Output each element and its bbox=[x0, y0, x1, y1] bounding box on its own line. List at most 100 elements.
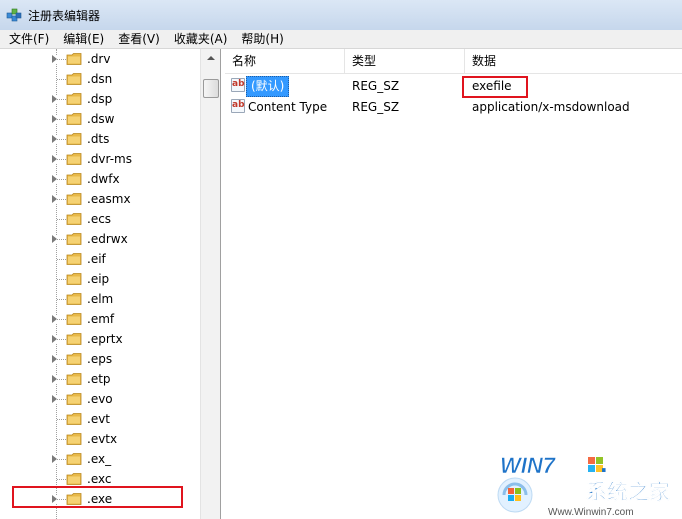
tree-item[interactable]: .ecs bbox=[0, 209, 200, 229]
expand-arrow-icon[interactable] bbox=[52, 375, 57, 383]
tree-item-label: .eip bbox=[87, 272, 110, 286]
tree-item-label: .dwfx bbox=[87, 172, 120, 186]
expand-arrow-icon[interactable] bbox=[52, 335, 57, 343]
tree-connector-line bbox=[57, 339, 66, 340]
menu-help[interactable]: 帮助(H) bbox=[234, 30, 290, 48]
tree-item-label: .drv bbox=[87, 52, 111, 66]
value-type: REG_SZ bbox=[352, 100, 400, 114]
expand-arrow-icon[interactable] bbox=[52, 95, 57, 103]
folder-icon bbox=[66, 232, 83, 246]
folder-icon bbox=[66, 72, 83, 86]
menu-edit[interactable]: 编辑(E) bbox=[56, 30, 111, 48]
tree-item[interactable]: .edrwx bbox=[0, 229, 200, 249]
tree-item-label: .eps bbox=[87, 352, 113, 366]
folder-icon bbox=[66, 132, 83, 146]
tree-item[interactable]: .dts bbox=[0, 129, 200, 149]
expand-arrow-icon[interactable] bbox=[52, 135, 57, 143]
expand-arrow-icon[interactable] bbox=[52, 355, 57, 363]
tree-item[interactable]: .dsn bbox=[0, 69, 200, 89]
tree-item[interactable]: .dsw bbox=[0, 109, 200, 129]
column-type[interactable]: 类型 bbox=[345, 49, 465, 73]
value-data: application/x-msdownload bbox=[472, 100, 630, 114]
tree-item[interactable]: .eprtx bbox=[0, 329, 200, 349]
tree-item-label: .dsw bbox=[87, 112, 115, 126]
folder-icon bbox=[66, 112, 83, 126]
tree-connector-line bbox=[57, 239, 66, 240]
value-name: Content Type bbox=[248, 100, 328, 114]
tree-connector-line bbox=[57, 139, 66, 140]
tree-item[interactable]: .ex_ bbox=[0, 449, 200, 469]
menu-view[interactable]: 查看(V) bbox=[111, 30, 167, 48]
menu-favorites[interactable]: 收藏夹(A) bbox=[167, 30, 235, 48]
tree-item[interactable]: .drv bbox=[0, 49, 200, 69]
tree-scrollbar[interactable] bbox=[200, 49, 220, 519]
values-pane[interactable]: 名称 类型 数据 ab (默认) REG_SZ exefile ab Conte… bbox=[225, 49, 682, 519]
tree-item[interactable]: .evtx bbox=[0, 429, 200, 449]
title-bar: 注册表编辑器 bbox=[0, 0, 682, 31]
folder-icon bbox=[66, 412, 83, 426]
tree-item[interactable]: .easmx bbox=[0, 189, 200, 209]
tree-item-label: .ex_ bbox=[87, 452, 112, 466]
expand-arrow-icon[interactable] bbox=[52, 115, 57, 123]
folder-icon bbox=[66, 432, 83, 446]
folder-icon bbox=[66, 472, 83, 486]
folder-icon bbox=[66, 272, 83, 286]
folder-icon bbox=[66, 292, 83, 306]
tree-item[interactable]: .eif bbox=[0, 249, 200, 269]
tree-item[interactable]: .eip bbox=[0, 269, 200, 289]
tree-connector-line bbox=[57, 59, 66, 60]
tree-connector-line bbox=[57, 359, 66, 360]
folder-icon bbox=[66, 332, 83, 346]
expand-arrow-icon[interactable] bbox=[52, 235, 57, 243]
expand-arrow-icon[interactable] bbox=[52, 155, 57, 163]
tree-item[interactable]: .elm bbox=[0, 289, 200, 309]
string-value-icon: ab bbox=[231, 99, 245, 113]
exe-key-highlight bbox=[12, 486, 183, 508]
value-row-content-type[interactable]: ab Content Type REG_SZ application/x-msd… bbox=[225, 96, 682, 118]
value-type: REG_SZ bbox=[352, 79, 400, 93]
tree-item-label: .dvr-ms bbox=[87, 152, 132, 166]
folder-icon bbox=[66, 352, 83, 366]
tree-item-label: .elm bbox=[87, 292, 114, 306]
tree-item-label: .evt bbox=[87, 412, 111, 426]
column-data[interactable]: 数据 bbox=[465, 49, 682, 73]
tree-connector-line bbox=[57, 199, 66, 200]
tree-connector-line bbox=[57, 419, 66, 420]
tree-item[interactable]: .dwfx bbox=[0, 169, 200, 189]
key-tree-pane[interactable]: .drv .dsn .dsp .dsw .dts .dvr-ms .dwfx .easmx .e… bbox=[0, 49, 221, 519]
values-header: 名称 类型 数据 bbox=[225, 49, 682, 74]
tree-item[interactable]: .evt bbox=[0, 409, 200, 429]
expand-arrow-icon[interactable] bbox=[52, 395, 57, 403]
tree-item-label: .dsn bbox=[87, 72, 113, 86]
scroll-thumb[interactable] bbox=[203, 79, 219, 98]
tree-item-label: .evo bbox=[87, 392, 113, 406]
tree-item-label: .easmx bbox=[87, 192, 131, 206]
tree-item[interactable]: .dsp bbox=[0, 89, 200, 109]
tree-connector-line bbox=[57, 279, 66, 280]
tree-item[interactable]: .emf bbox=[0, 309, 200, 329]
menu-file[interactable]: 文件(F) bbox=[0, 30, 56, 48]
column-name[interactable]: 名称 bbox=[225, 49, 345, 73]
expand-arrow-icon[interactable] bbox=[52, 455, 57, 463]
folder-icon bbox=[66, 252, 83, 266]
value-row-default[interactable]: ab (默认) REG_SZ exefile bbox=[225, 75, 682, 98]
tree-connector-line bbox=[57, 259, 66, 260]
tree-connector-line bbox=[57, 219, 66, 220]
tree-connector-line bbox=[57, 299, 66, 300]
tree-connector-line bbox=[57, 159, 66, 160]
tree-item-label: .evtx bbox=[87, 432, 118, 446]
tree-item[interactable]: .etp bbox=[0, 369, 200, 389]
tree-item[interactable]: .dvr-ms bbox=[0, 149, 200, 169]
scroll-up-button[interactable] bbox=[201, 49, 220, 66]
tree-item-label: .etp bbox=[87, 372, 111, 386]
expand-arrow-icon[interactable] bbox=[52, 55, 57, 63]
tree-item[interactable]: .evo bbox=[0, 389, 200, 409]
registry-editor-icon bbox=[6, 8, 22, 22]
tree-connector-line bbox=[57, 79, 66, 80]
expand-arrow-icon[interactable] bbox=[52, 315, 57, 323]
tree-item-label: .ecs bbox=[87, 212, 112, 226]
folder-icon bbox=[66, 372, 83, 386]
expand-arrow-icon[interactable] bbox=[52, 175, 57, 183]
tree-item[interactable]: .eps bbox=[0, 349, 200, 369]
expand-arrow-icon[interactable] bbox=[52, 195, 57, 203]
